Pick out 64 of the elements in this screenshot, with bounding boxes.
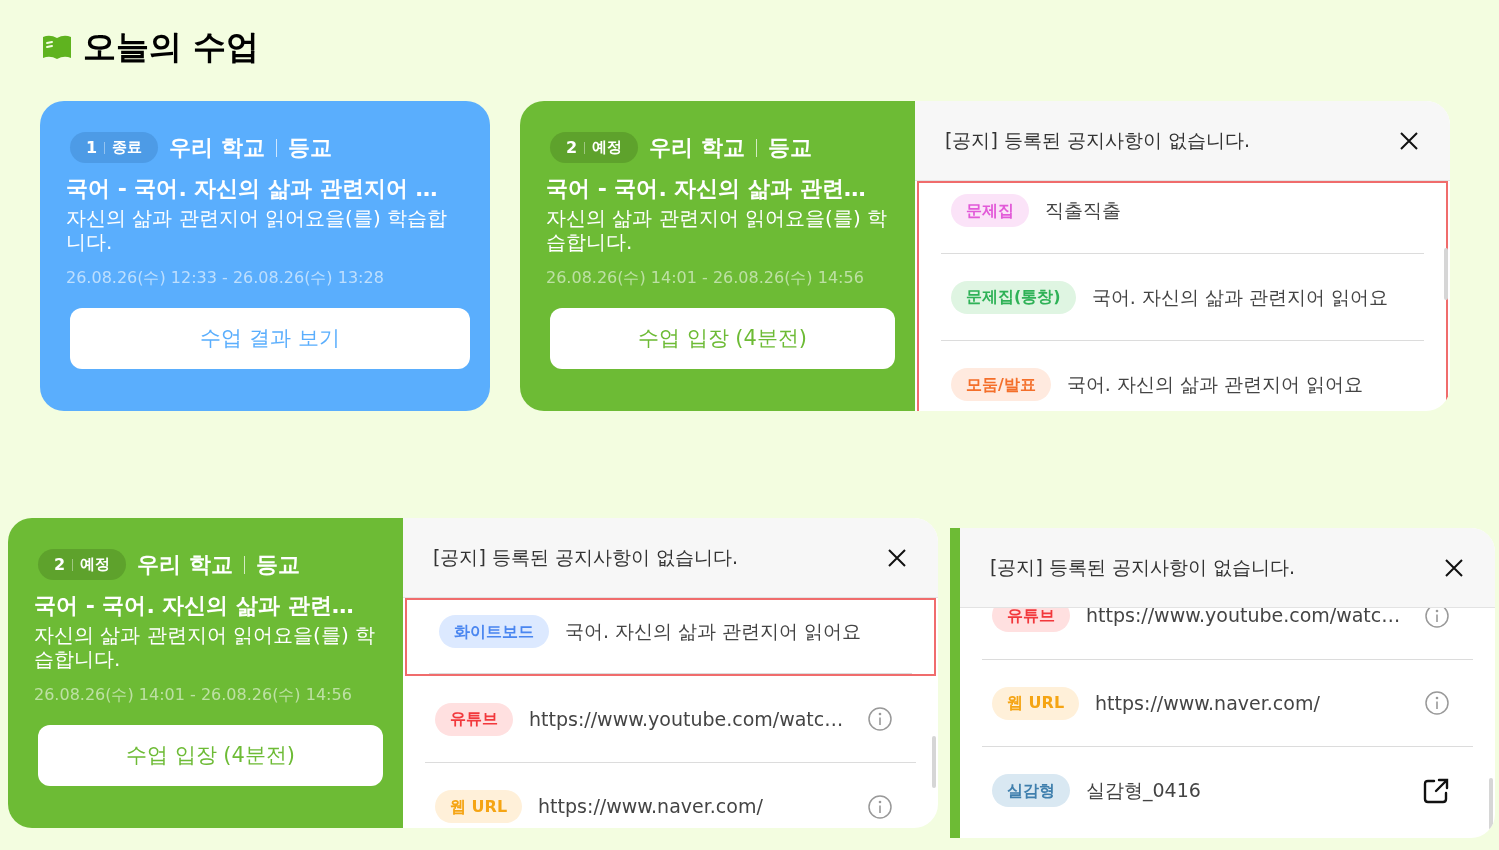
resource-item[interactable]: 문제집(통창) 국어. 자신의 삶과 관련지어 읽어요: [941, 254, 1424, 341]
resource-tag: 웹 URL: [992, 686, 1080, 720]
attendance-type: 등교: [767, 134, 812, 162]
scrollbar-thumb[interactable]: [1489, 778, 1493, 830]
resource-item[interactable]: 실감형 실감형_0416: [982, 747, 1473, 834]
notice-text: [공지] 등록된 공지사항이 없습니다.: [433, 545, 738, 571]
resource-title: 국어. 자신의 삶과 관련지어 읽어요: [1091, 284, 1389, 310]
info-icon[interactable]: [1425, 691, 1449, 715]
school-name: 우리 학교: [137, 551, 233, 579]
resource-tag: 문제집: [951, 194, 1029, 227]
lesson-description: 자신의 삶과 관련지어 읽어요을(를) 학습합니다.: [34, 623, 377, 671]
lesson-title: 국어 - 국어. 자신의 삶과 관련지어 …: [66, 175, 439, 203]
resource-tag: 화이트보드: [439, 615, 549, 648]
lesson-time: 26.08.26(수) 14:01 - 26.08.26(수) 14:56: [34, 684, 353, 706]
lesson-number: 2: [54, 553, 66, 576]
school-name: 우리 학교: [169, 134, 265, 162]
resource-tag: 문제집(통창): [951, 280, 1076, 314]
resource-tag: 웹 URL: [435, 790, 523, 823]
resource-tag: 유튜브: [435, 702, 513, 736]
lesson-description: 자신의 삶과 관련지어 읽어요을(를) 학습합니다.: [66, 206, 449, 254]
resource-tag: 모둠/발표: [951, 368, 1051, 401]
resource-title: 실감형_0416: [1086, 778, 1202, 804]
school-name: 우리 학교: [649, 134, 745, 162]
lesson-title: 국어 - 국어. 자신의 삶과 관련…: [34, 592, 355, 620]
book-icon: [42, 33, 72, 60]
resource-title: https://www.naver.com/: [1095, 690, 1321, 716]
scrollbar-thumb[interactable]: [932, 736, 936, 788]
info-icon[interactable]: [868, 794, 892, 819]
status-label: 예정: [592, 137, 623, 159]
lesson-time: 26.08.26(수) 14:01 - 26.08.26(수) 14:56: [546, 267, 865, 289]
lesson-description: 자신의 삶과 관련지어 읽어요을(를) 학습합니다.: [546, 206, 889, 254]
close-icon[interactable]: [1400, 131, 1418, 150]
notice-text: [공지] 등록된 공지사항이 없습니다.: [945, 128, 1250, 154]
external-link-icon[interactable]: [1423, 777, 1449, 804]
resource-title: 국어. 자신의 삶과 관련지어 읽어요: [1066, 372, 1365, 398]
close-icon[interactable]: [888, 548, 906, 567]
resource-item[interactable]: 웹 URL https://www.naver.com/: [425, 763, 916, 828]
lesson-title: 국어 - 국어. 자신의 삶과 관련…: [546, 175, 867, 203]
resource-title: https://www.youtube.com/watc…: [529, 706, 845, 732]
resource-title: 국어. 자신의 삶과 관련지어 읽어요: [565, 619, 863, 645]
resource-item[interactable]: 유튜브 https://www.youtube.com/watc…: [982, 608, 1473, 660]
attendance-type: 등교: [287, 134, 332, 162]
info-icon[interactable]: [1425, 608, 1449, 628]
resource-item[interactable]: 웹 URL https://www.naver.com/: [982, 660, 1473, 747]
resource-title: 직출직출: [1045, 198, 1122, 224]
resource-item[interactable]: 모둠/발표 국어. 자신의 삶과 관련지어 읽어요: [941, 341, 1424, 411]
resource-tag: 실감형: [992, 774, 1070, 807]
lesson-number: 1: [86, 136, 98, 159]
resource-item[interactable]: 문제집 직출직출: [941, 183, 1424, 254]
page-heading: 오늘의 수업: [83, 30, 260, 63]
attendance-type: 등교: [255, 551, 300, 579]
status-label: 종료: [112, 137, 143, 159]
lesson-time: 26.08.26(수) 12:33 - 26.08.26(수) 13:28: [66, 267, 385, 289]
resource-item[interactable]: 화이트보드 국어. 자신의 삶과 관련지어 읽어요: [429, 600, 912, 674]
info-icon[interactable]: [868, 707, 892, 731]
close-icon[interactable]: [1445, 558, 1463, 577]
resource-tag: 유튜브: [992, 608, 1070, 632]
notice-text: [공지] 등록된 공지사항이 없습니다.: [990, 555, 1295, 581]
status-label: 예정: [80, 554, 111, 576]
resource-title: https://www.youtube.com/watc…: [1086, 608, 1402, 629]
resource-item[interactable]: 유튜브 https://www.youtube.com/watc…: [425, 676, 916, 763]
resource-title: https://www.naver.com/: [538, 794, 764, 820]
lesson-number: 2: [566, 136, 578, 159]
scrollbar-thumb[interactable]: [1444, 248, 1448, 300]
